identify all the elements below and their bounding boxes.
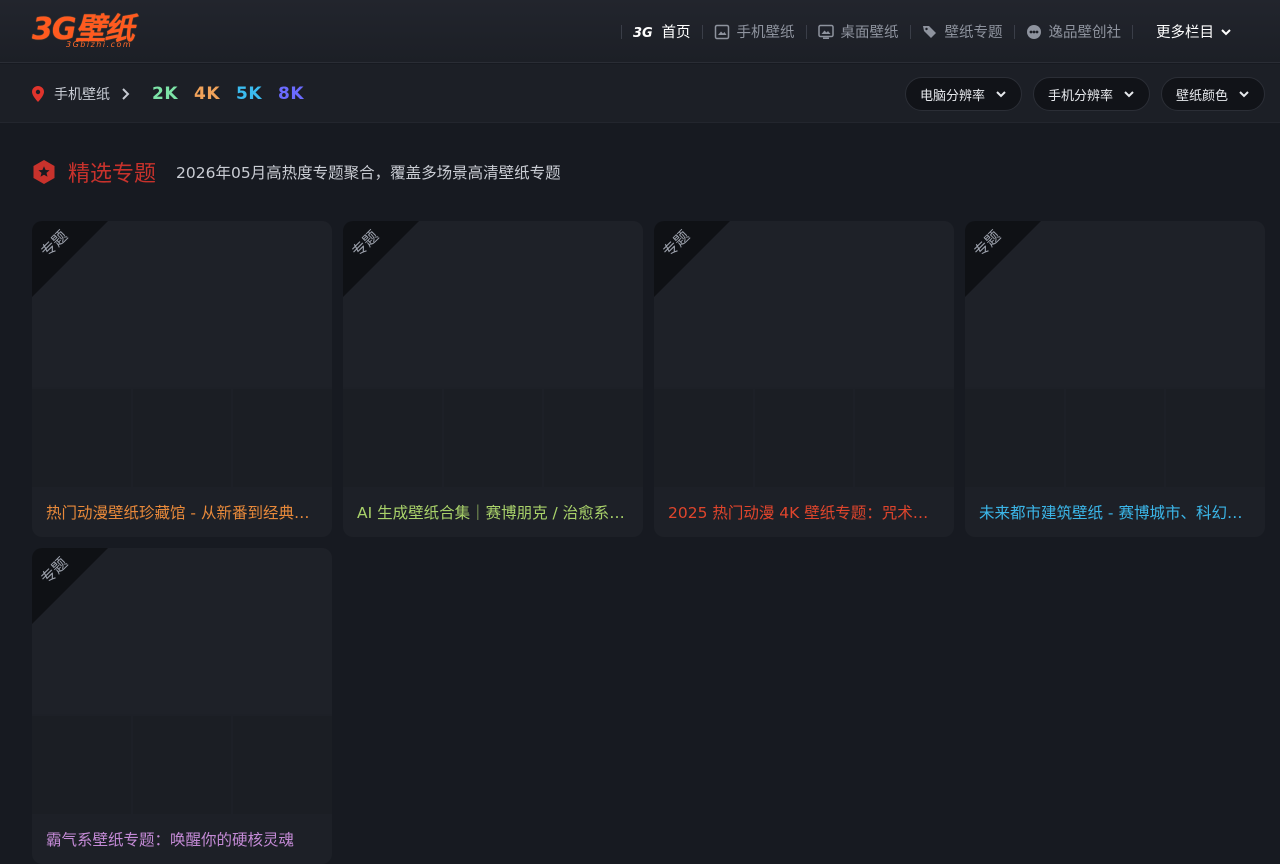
card-title[interactable]: 未来都市建筑壁纸 - 赛博城市、科幻都市夜景 — [979, 501, 1251, 523]
card-thumbnail — [855, 389, 954, 487]
chevron-right-icon — [122, 87, 130, 100]
card-thumbnail — [32, 716, 131, 814]
resolution-link-4k[interactable]: 4K — [194, 84, 220, 104]
3g-logo-icon: 3G — [633, 26, 653, 40]
nav-divider — [1013, 24, 1015, 39]
card-thumbnail — [754, 389, 854, 487]
star-badge-icon — [33, 160, 55, 184]
topic-card[interactable]: 专题 AI 生成壁纸合集｜赛博朋克 / 治愈系 / 奇幻风格 — [343, 221, 643, 537]
filter-label: 壁纸颜色 — [1175, 88, 1228, 104]
card-thumbnail — [132, 716, 232, 814]
phone-image-icon — [714, 24, 729, 39]
location-pin-icon — [32, 85, 44, 102]
card-thumbnails — [343, 389, 643, 487]
card-thumbnail — [443, 389, 543, 487]
nav-divider — [701, 24, 703, 39]
svg-text:3G: 3G — [633, 26, 653, 40]
breadcrumb: 手机壁纸 2K 4K 5K 8K — [32, 64, 304, 123]
card-thumbnail — [32, 389, 131, 487]
card-title[interactable]: 2025 热门动漫 4K 壁纸专题：咒术回战等 — [668, 501, 940, 523]
nav-label: 壁纸专题 — [944, 25, 1003, 41]
community-icon — [1026, 24, 1041, 39]
card-thumbnails — [32, 389, 332, 487]
chevron-down-icon — [1124, 91, 1134, 98]
logo-subtext: 3Gbizhi.com — [66, 40, 133, 49]
breadcrumb-item-phone-wallpaper[interactable]: 手机壁纸 — [54, 84, 110, 104]
nav-label: 首页 — [661, 25, 691, 41]
nav-divider — [805, 24, 807, 39]
nav-label: 逸品壁创社 — [1048, 25, 1122, 41]
sub-bar: 手机壁纸 2K 4K 5K 8K 电脑分辨率 手机分辨率 壁纸颜色 — [0, 64, 1280, 123]
nav-divider — [909, 24, 911, 39]
more-columns-label: 更多栏目 — [1156, 25, 1214, 41]
nav-item-desktop-wallpaper[interactable]: 桌面壁纸 — [817, 21, 899, 42]
tag-icon — [922, 25, 936, 38]
nav-item-community[interactable]: 逸品壁创社 — [1026, 21, 1122, 42]
pc-resolution-dropdown[interactable]: 电脑分辨率 — [904, 77, 1022, 111]
topic-card[interactable]: 专题 未来都市建筑壁纸 - 赛博城市、科幻都市夜景 — [965, 221, 1265, 537]
section-header: 精选专题 2026年05月高热度专题聚合，覆盖多场景高清壁纸专题 — [32, 155, 561, 189]
card-thumbnail — [343, 389, 442, 487]
resolution-link-8k[interactable]: 8K — [278, 84, 304, 104]
top-header: 3G壁纸 3Gbizhi.com 3G 首页 手机壁纸 桌面壁纸 壁纸专题 逸品… — [0, 0, 1280, 63]
card-thumbnail — [965, 389, 1064, 487]
chevron-down-icon — [1239, 91, 1249, 98]
nav-label: 桌面壁纸 — [840, 25, 899, 41]
wallpaper-color-dropdown[interactable]: 壁纸颜色 — [1160, 77, 1265, 111]
topic-card[interactable]: 专题 热门动漫壁纸珍藏馆 - 从新番到经典动漫壁纸合集 — [32, 221, 332, 537]
section-description: 2026年05月高热度专题聚合，覆盖多场景高清壁纸专题 — [176, 164, 561, 182]
topic-card[interactable]: 专题 霸气系壁纸专题：唤醒你的硬核灵魂 — [32, 548, 332, 864]
card-title[interactable]: 热门动漫壁纸珍藏馆 - 从新番到经典动漫壁纸合集 — [46, 501, 318, 523]
nav-item-topics[interactable]: 壁纸专题 — [922, 21, 1003, 42]
card-title[interactable]: AI 生成壁纸合集｜赛博朋克 / 治愈系 / 奇幻风格 — [357, 501, 629, 523]
card-thumbnail — [233, 389, 332, 487]
card-thumbnail — [1166, 389, 1265, 487]
resolution-links: 2K 4K 5K 8K — [152, 84, 304, 104]
site-logo[interactable]: 3G壁纸 3Gbizhi.com — [32, 13, 162, 51]
card-thumbnail — [654, 389, 753, 487]
filter-label: 电脑分辨率 — [919, 88, 985, 104]
more-columns-dropdown[interactable]: 更多栏目 — [1156, 21, 1232, 42]
card-thumbnails — [32, 716, 332, 814]
main-nav: 3G 首页 手机壁纸 桌面壁纸 壁纸专题 逸品壁创社 更多栏目 — [610, 0, 1233, 63]
card-thumbnail — [544, 389, 643, 487]
section-title: 精选专题 — [68, 162, 157, 187]
filter-label: 手机分辨率 — [1047, 88, 1113, 104]
topic-card[interactable]: 专题 2025 热门动漫 4K 壁纸专题：咒术回战等 — [654, 221, 954, 537]
phone-resolution-dropdown[interactable]: 手机分辨率 — [1032, 77, 1150, 111]
nav-divider — [620, 24, 622, 39]
nav-label: 手机壁纸 — [736, 25, 795, 41]
card-thumbnail — [132, 389, 232, 487]
card-thumbnails — [965, 389, 1265, 487]
resolution-link-2k[interactable]: 2K — [152, 84, 178, 104]
filter-group: 电脑分辨率 手机分辨率 壁纸颜色 — [904, 77, 1265, 111]
card-thumbnail — [1065, 389, 1165, 487]
resolution-link-5k[interactable]: 5K — [236, 84, 262, 104]
nav-item-phone-wallpaper[interactable]: 手机壁纸 — [714, 21, 795, 42]
card-thumbnail — [233, 716, 332, 814]
chevron-down-icon — [996, 91, 1006, 98]
nav-divider — [1132, 24, 1133, 39]
nav-item-home[interactable]: 3G 首页 — [633, 21, 691, 42]
card-title[interactable]: 霸气系壁纸专题：唤醒你的硬核灵魂 — [46, 828, 318, 850]
card-thumbnails — [654, 389, 954, 487]
chevron-down-icon — [1221, 28, 1231, 35]
desktop-image-icon — [817, 24, 834, 39]
